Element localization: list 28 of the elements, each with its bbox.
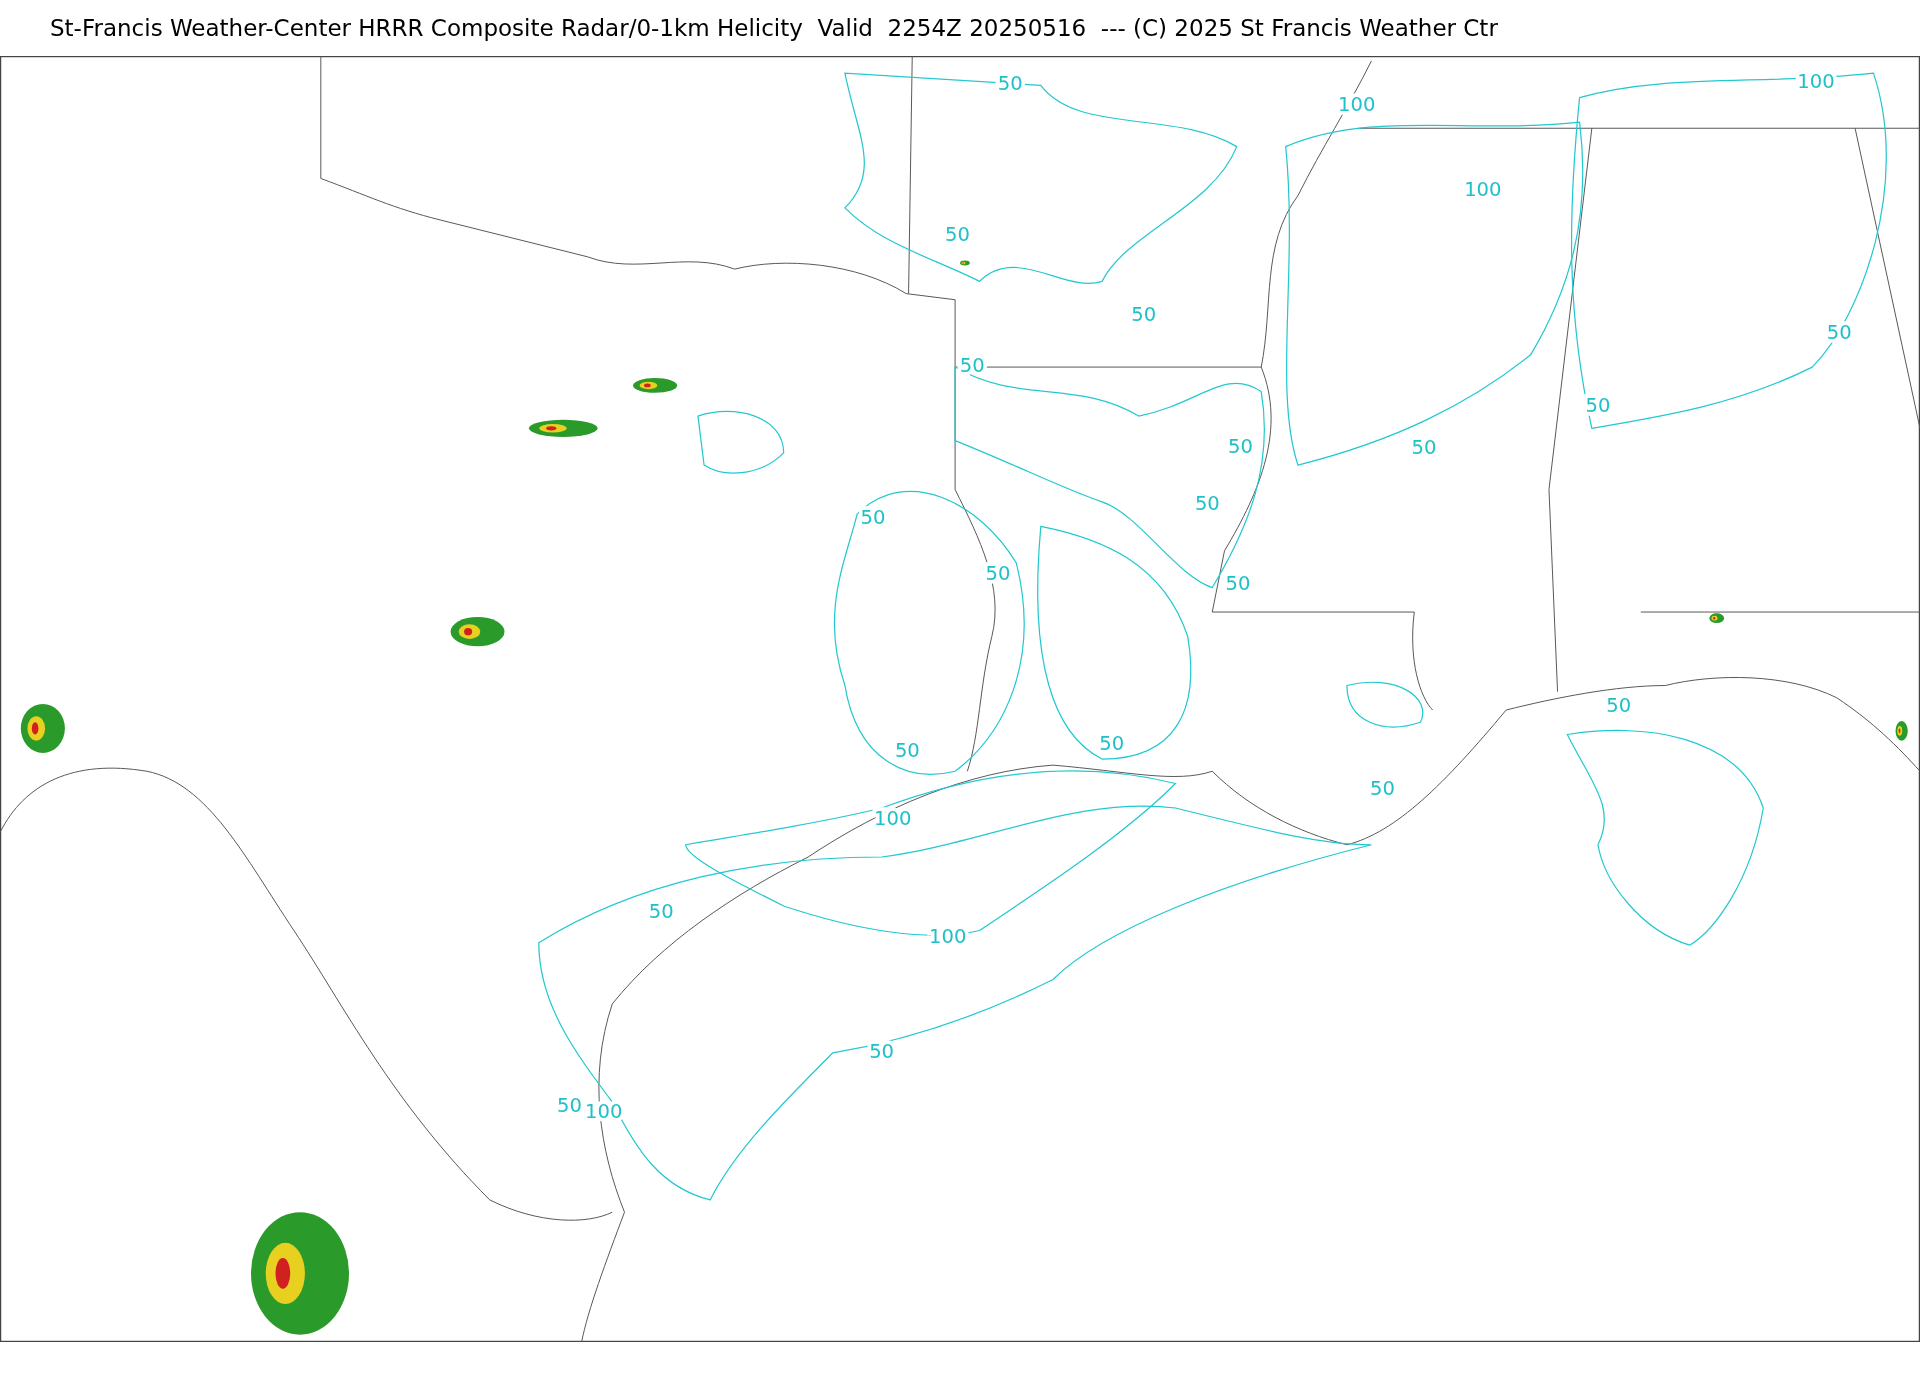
radar-echo-drawing [1709,613,1725,624]
contour-label: 50 [959,354,985,377]
contour-label: 50 [1131,302,1157,326]
contour-label: 50 [1370,776,1395,800]
radar-echo-drawing [529,419,598,437]
contour-label: 50 [1411,436,1437,460]
contour-label: 50 [985,562,1011,586]
radar-echo-drawing [633,378,678,393]
contour-label: 50 [648,900,674,924]
contour-label: 100 [1464,177,1502,201]
contour-label: 50 [1194,492,1220,516]
contour-label: 100 [873,807,912,831]
contour-label: 100 [1338,93,1376,117]
contour-label: 50 [556,1093,582,1117]
map-title: St-Francis Weather-Center HRRR Composite Radar/0-1km Helicity Valid 2254Z 20250516 --- (C) 2025 St Francis Weather Ctr [49,14,1499,43]
contour-label: 50 [945,222,970,246]
contour-label: 50 [860,505,886,529]
radar-echo-drawing [450,616,505,647]
contour-label: 50 [1606,694,1632,718]
contour-label: 50 [894,738,920,762]
contour-label: 50 [1227,434,1253,458]
radar-echo-drawing [20,703,65,753]
contour-label: 50 [869,1039,895,1063]
radar-echo-drawing [960,260,970,266]
contour-label: 50 [1585,394,1611,418]
contour-label: 50 [1099,732,1125,756]
contour-label: 50 [1225,572,1251,595]
radar-echo-drawing [1895,721,1908,741]
